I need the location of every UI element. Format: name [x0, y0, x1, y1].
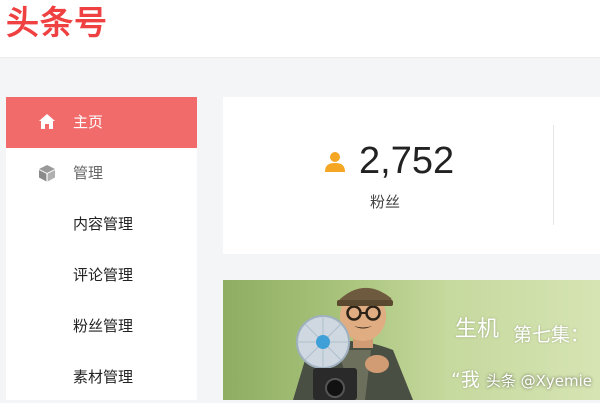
divider	[553, 125, 554, 225]
logo[interactable]: 头条号	[6, 3, 108, 43]
sidebar-item-label: 粉丝管理	[73, 317, 134, 335]
sidebar: 主页 管理 内容管理 评论管理 粉丝管理 素材管理	[6, 97, 197, 400]
banner-quote: “我	[451, 369, 480, 391]
box-icon	[39, 165, 55, 182]
sidebar-item-label: 素材管理	[73, 368, 134, 386]
sidebar-item-label: 评论管理	[73, 266, 134, 284]
sidebar-item-label: 主页	[73, 113, 104, 131]
banner-episode: 第七集：	[513, 324, 590, 346]
sidebar-item-label: 内容管理	[73, 215, 134, 233]
sidebar-item-content-management[interactable]: 内容管理	[6, 199, 197, 250]
followers-stat-card[interactable]: 2,752 粉丝	[223, 97, 600, 254]
banner-title-glyphs: 生机	[455, 317, 500, 342]
person-icon	[325, 152, 345, 172]
sidebar-item-home[interactable]: 主页	[6, 97, 197, 148]
watermark: 头条 @Xyemie	[485, 372, 592, 390]
followers-count: 2,752	[359, 140, 455, 182]
followers-label: 粉丝	[370, 193, 401, 211]
sidebar-item-material-management[interactable]: 素材管理	[6, 352, 197, 403]
home-icon	[39, 114, 55, 129]
promo-banner[interactable]: 生机 第七集： “我 头条 @Xyemie	[223, 280, 600, 400]
sidebar-item-label: 管理	[73, 164, 104, 182]
sidebar-item-comment-management[interactable]: 评论管理	[6, 250, 197, 301]
sidebar-item-manage[interactable]: 管理	[6, 148, 197, 199]
banner-person-image	[293, 287, 413, 400]
top-bar: 头条号	[0, 0, 600, 58]
sidebar-item-fan-management[interactable]: 粉丝管理	[6, 301, 197, 352]
